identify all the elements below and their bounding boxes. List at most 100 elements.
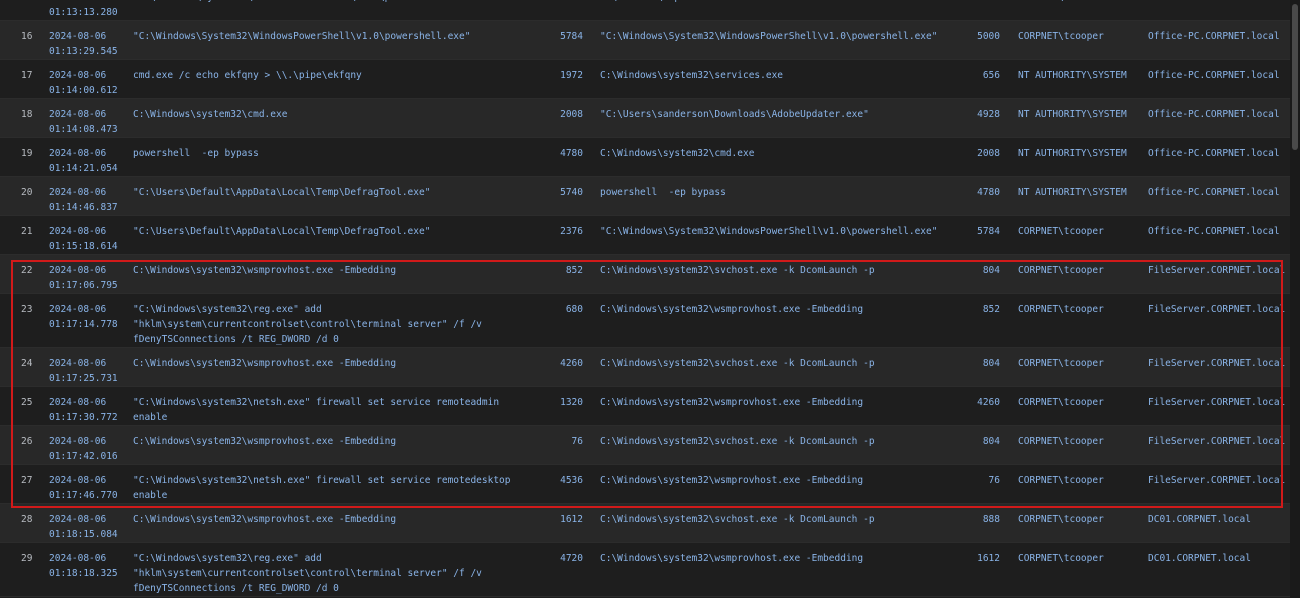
process-command-line[interactable]: C:\Windows\system32\wsmprovhost.exe -Emb… — [133, 512, 533, 527]
user-name[interactable]: CORPNET\tcooper — [1018, 356, 1143, 371]
table-row[interactable]: 17 2024-08-06 01:14:00.612 cmd.exe /c echo… — [0, 60, 1290, 99]
process-command-line[interactable]: "C:\Users\Default\AppData\Local\Temp\Def… — [133, 224, 533, 239]
table-row[interactable]: 20 2024-08-06 01:14:46.837 "C:\Users\Defau… — [0, 177, 1290, 216]
user-name[interactable]: CORPNET\tcooper — [1018, 434, 1143, 449]
parent-process-id[interactable]: 804 — [960, 263, 1000, 278]
process-id[interactable]: 2008 — [540, 107, 583, 122]
host-name[interactable]: Office-PC.CORPNET.local — [1148, 185, 1288, 200]
parent-command-line[interactable]: C:\Windows\system32\cmd.exe — [600, 146, 960, 161]
table-row[interactable]: 16 2024-08-06 01:13:29.545 "C:\Windows\Sys… — [0, 21, 1290, 60]
user-name[interactable]: CORPNET\tcooper — [1018, 224, 1143, 239]
process-command-line[interactable]: "C:\Windows\system32\netsh.exe" firewall… — [133, 395, 533, 425]
parent-process-id[interactable]: 2008 — [960, 146, 1000, 161]
table-row[interactable]: 19 2024-08-06 01:14:21.054 powershell -ep … — [0, 138, 1290, 177]
process-id[interactable]: 680 — [540, 302, 583, 317]
host-name[interactable]: Office-PC.CORPNET.local — [1148, 29, 1288, 44]
table-row[interactable]: 25 2024-08-06 01:17:30.772 "C:\Windows\sys… — [0, 387, 1290, 426]
parent-command-line[interactable]: "C:\Users\sanderson\Downloads\AdobeUpdat… — [600, 107, 960, 122]
process-command-line[interactable]: "C:\Windows\System32\WindowsPowerShell\v… — [133, 0, 533, 5]
parent-command-line[interactable]: C:\Windows\system32\wsmprovhost.exe -Emb… — [600, 551, 960, 566]
process-id[interactable]: 5740 — [540, 185, 583, 200]
process-command-line[interactable]: C:\Windows\system32\cmd.exe — [133, 107, 533, 122]
host-name[interactable]: FileServer.CORPNET.local — [1148, 356, 1288, 371]
parent-command-line[interactable]: "C:\Windows\System32\WindowsPowerShell\v… — [600, 224, 960, 239]
process-command-line[interactable]: C:\Windows\system32\wsmprovhost.exe -Emb… — [133, 356, 533, 371]
user-name[interactable]: CORPNET\sanderson — [1018, 0, 1143, 5]
parent-command-line[interactable]: C:\Windows\system32\svchost.exe -k DcomL… — [600, 356, 960, 371]
vertical-scrollbar[interactable] — [1290, 0, 1300, 598]
user-name[interactable]: CORPNET\tcooper — [1018, 263, 1143, 278]
parent-process-id[interactable]: 4340 — [960, 0, 1000, 5]
parent-command-line[interactable]: C:\Windows\system32\wsmprovhost.exe -Emb… — [600, 473, 960, 488]
user-name[interactable]: NT AUTHORITY\SYSTEM — [1018, 146, 1143, 161]
host-name[interactable]: FileServer.CORPNET.local — [1148, 263, 1288, 278]
process-command-line[interactable]: "C:\Users\Default\AppData\Local\Temp\Def… — [133, 185, 533, 200]
parent-command-line[interactable]: C:\Windows\Explorer.EXE — [600, 0, 960, 5]
user-name[interactable]: CORPNET\tcooper — [1018, 551, 1143, 566]
user-name[interactable]: NT AUTHORITY\SYSTEM — [1018, 185, 1143, 200]
parent-command-line[interactable]: C:\Windows\system32\svchost.exe -k DcomL… — [600, 512, 960, 527]
table-row[interactable]: 23 2024-08-06 01:17:14.778 "C:\Windows\sys… — [0, 294, 1290, 348]
parent-command-line[interactable]: C:\Windows\system32\svchost.exe -k DcomL… — [600, 263, 960, 278]
parent-process-id[interactable]: 76 — [960, 473, 1000, 488]
parent-process-id[interactable]: 4928 — [960, 107, 1000, 122]
host-name[interactable]: Office-PC.CORPNET.local — [1148, 68, 1288, 83]
user-name[interactable]: NT AUTHORITY\SYSTEM — [1018, 68, 1143, 83]
parent-command-line[interactable]: powershell -ep bypass — [600, 185, 960, 200]
user-name[interactable]: CORPNET\tcooper — [1018, 473, 1143, 488]
table-row[interactable]: 18 2024-08-06 01:14:08.473 C:\Windows\syst… — [0, 99, 1290, 138]
process-id[interactable]: 4720 — [540, 551, 583, 566]
process-command-line[interactable]: "C:\Windows\system32\netsh.exe" firewall… — [133, 473, 533, 503]
parent-command-line[interactable]: "C:\Windows\System32\WindowsPowerShell\v… — [600, 29, 960, 44]
table-row[interactable]: 24 2024-08-06 01:17:25.731 C:\Windows\syst… — [0, 348, 1290, 387]
parent-process-id[interactable]: 656 — [960, 68, 1000, 83]
user-name[interactable]: CORPNET\tcooper — [1018, 395, 1143, 410]
host-name[interactable]: DC01.CORPNET.local — [1148, 551, 1288, 566]
parent-process-id[interactable]: 1612 — [960, 551, 1000, 566]
parent-process-id[interactable]: 4780 — [960, 185, 1000, 200]
host-name[interactable]: DC01.CORPNET.local — [1148, 512, 1288, 527]
process-command-line[interactable]: C:\Windows\system32\wsmprovhost.exe -Emb… — [133, 434, 533, 449]
process-id[interactable]: 1612 — [540, 512, 583, 527]
parent-process-id[interactable]: 5784 — [960, 224, 1000, 239]
parent-command-line[interactable]: C:\Windows\system32\svchost.exe -k DcomL… — [600, 434, 960, 449]
process-command-line[interactable]: "C:\Windows\system32\reg.exe" add "hklm\… — [133, 302, 533, 347]
host-name[interactable]: Office-PC.CORPNET.local — [1148, 146, 1288, 161]
table-row[interactable]: 15 2024-08-06 01:13:13.280 "C:\Windows\Sys… — [0, 0, 1290, 21]
table-row[interactable]: 27 2024-08-06 01:17:46.770 "C:\Windows\sys… — [0, 465, 1290, 504]
table-row[interactable]: 29 2024-08-06 01:18:18.325 "C:\Windows\sys… — [0, 543, 1290, 597]
process-id[interactable]: 1972 — [540, 68, 583, 83]
parent-process-id[interactable]: 852 — [960, 302, 1000, 317]
parent-command-line[interactable]: C:\Windows\system32\services.exe — [600, 68, 960, 83]
host-name[interactable]: FileServer.CORPNET.local — [1148, 473, 1288, 488]
process-command-line[interactable]: "C:\Windows\system32\reg.exe" add "hklm\… — [133, 551, 533, 596]
process-command-line[interactable]: cmd.exe /c echo ekfqny > \\.\pipe\ekfqny — [133, 68, 533, 83]
host-name[interactable]: FileServer.CORPNET.local — [1148, 395, 1288, 410]
host-name[interactable]: FileServer.CORPNET.local — [1148, 434, 1288, 449]
parent-command-line[interactable]: C:\Windows\system32\wsmprovhost.exe -Emb… — [600, 302, 960, 317]
table-row[interactable]: 22 2024-08-06 01:17:06.795 C:\Windows\syst… — [0, 255, 1290, 294]
process-id[interactable]: 5784 — [540, 29, 583, 44]
parent-process-id[interactable]: 804 — [960, 434, 1000, 449]
process-command-line[interactable]: "C:\Windows\System32\WindowsPowerShell\v… — [133, 29, 533, 44]
host-name[interactable]: Office-PC.CORPNET.local — [1148, 107, 1288, 122]
user-name[interactable]: NT AUTHORITY\SYSTEM — [1018, 107, 1143, 122]
user-name[interactable]: CORPNET\tcooper — [1018, 302, 1143, 317]
table-row[interactable]: 26 2024-08-06 01:17:42.016 C:\Windows\syst… — [0, 426, 1290, 465]
parent-command-line[interactable]: C:\Windows\system32\wsmprovhost.exe -Emb… — [600, 395, 960, 410]
table-row[interactable]: 21 2024-08-06 01:15:18.614 "C:\Users\Defau… — [0, 216, 1290, 255]
host-name[interactable]: Office-PC.CORPNET.local — [1148, 224, 1288, 239]
process-id[interactable]: 5000 — [540, 0, 583, 5]
user-name[interactable]: CORPNET\tcooper — [1018, 512, 1143, 527]
scrollbar-thumb[interactable] — [1292, 4, 1298, 150]
process-command-line[interactable]: powershell -ep bypass — [133, 146, 533, 161]
user-name[interactable]: CORPNET\tcooper — [1018, 29, 1143, 44]
parent-process-id[interactable]: 5000 — [960, 29, 1000, 44]
process-id[interactable]: 4260 — [540, 356, 583, 371]
process-id[interactable]: 1320 — [540, 395, 583, 410]
host-name[interactable]: Office-PC.CORPNET.local — [1148, 0, 1288, 5]
process-id[interactable]: 76 — [540, 434, 583, 449]
parent-process-id[interactable]: 4260 — [960, 395, 1000, 410]
parent-process-id[interactable]: 804 — [960, 356, 1000, 371]
parent-process-id[interactable]: 888 — [960, 512, 1000, 527]
